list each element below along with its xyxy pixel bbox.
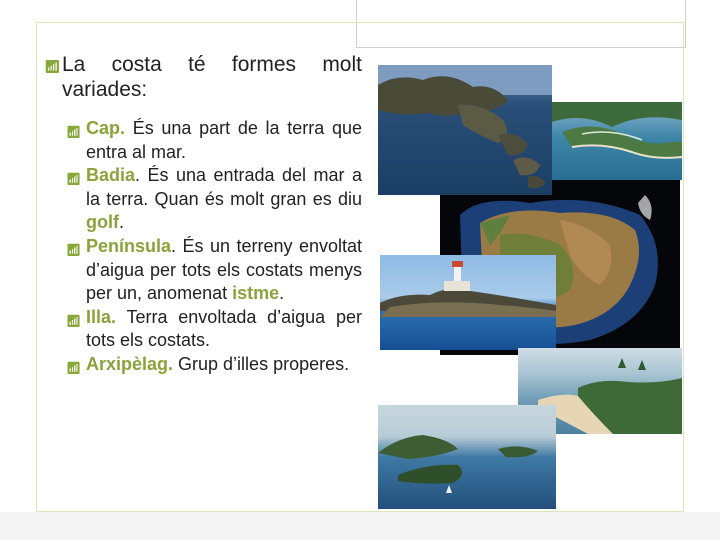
definition-badia-end: .: [119, 212, 125, 233]
definition-peninsula-end: .: [279, 283, 285, 304]
definition-arxipelag: Grup d’illes properes.: [173, 353, 350, 374]
slide-text: 📶︎ La costa té formes molt variades: 📶︎ C…: [44, 52, 362, 377]
intro-paragraph: 📶︎ La costa té formes molt variades:: [44, 52, 362, 102]
intro-line-2: variades:: [62, 78, 148, 101]
coast-forms-list: 📶︎ Cap. És una part de la terra que entra…: [44, 117, 362, 377]
bay-aerial-photo: [552, 102, 682, 180]
list-item-peninsula: 📶︎ Península. És un terreny envoltat d’ai…: [66, 235, 362, 306]
term-illa: Illa.: [86, 306, 117, 327]
signal-bars-icon: 📶︎: [66, 242, 82, 257]
list-item-badia: 📶︎ Badia. És una entrada del mar a la ter…: [66, 164, 362, 235]
list-item-arxipelag: 📶︎ Arxipèlag. Grup d’illes properes.: [66, 353, 362, 377]
term-badia: Badia: [86, 165, 136, 186]
list-item-illa: 📶︎ Illa. Terra envoltada d’aigua per tots…: [66, 306, 362, 353]
signal-bars-icon: 📶︎: [66, 313, 82, 328]
lighthouse-peninsula-photo: [380, 255, 556, 350]
signal-bars-icon: 📶︎: [66, 125, 82, 139]
signal-bars-icon: 📶︎: [66, 360, 82, 375]
signal-bars-icon: 📶︎: [66, 172, 82, 187]
cape-photo: [378, 65, 552, 195]
term-peninsula: Península: [86, 235, 172, 256]
term-cap: Cap.: [86, 118, 126, 138]
definition-illa: Terra envoltada d’aigua per tots els cos…: [86, 306, 362, 351]
definition-cap: És una part de la terra que entra al mar…: [86, 118, 362, 162]
bottom-strip: [0, 512, 720, 540]
term-arxipelag: Arxipèlag.: [86, 353, 174, 374]
term-istme: istme: [232, 283, 280, 304]
signal-bars-icon: 📶︎: [44, 59, 61, 74]
term-golf: golf: [86, 212, 119, 233]
island-photo: [378, 405, 556, 509]
intro-line-1: La costa té formes molt: [62, 53, 362, 76]
list-item-cap: 📶︎ Cap. És una part de la terra que entra…: [66, 117, 362, 164]
